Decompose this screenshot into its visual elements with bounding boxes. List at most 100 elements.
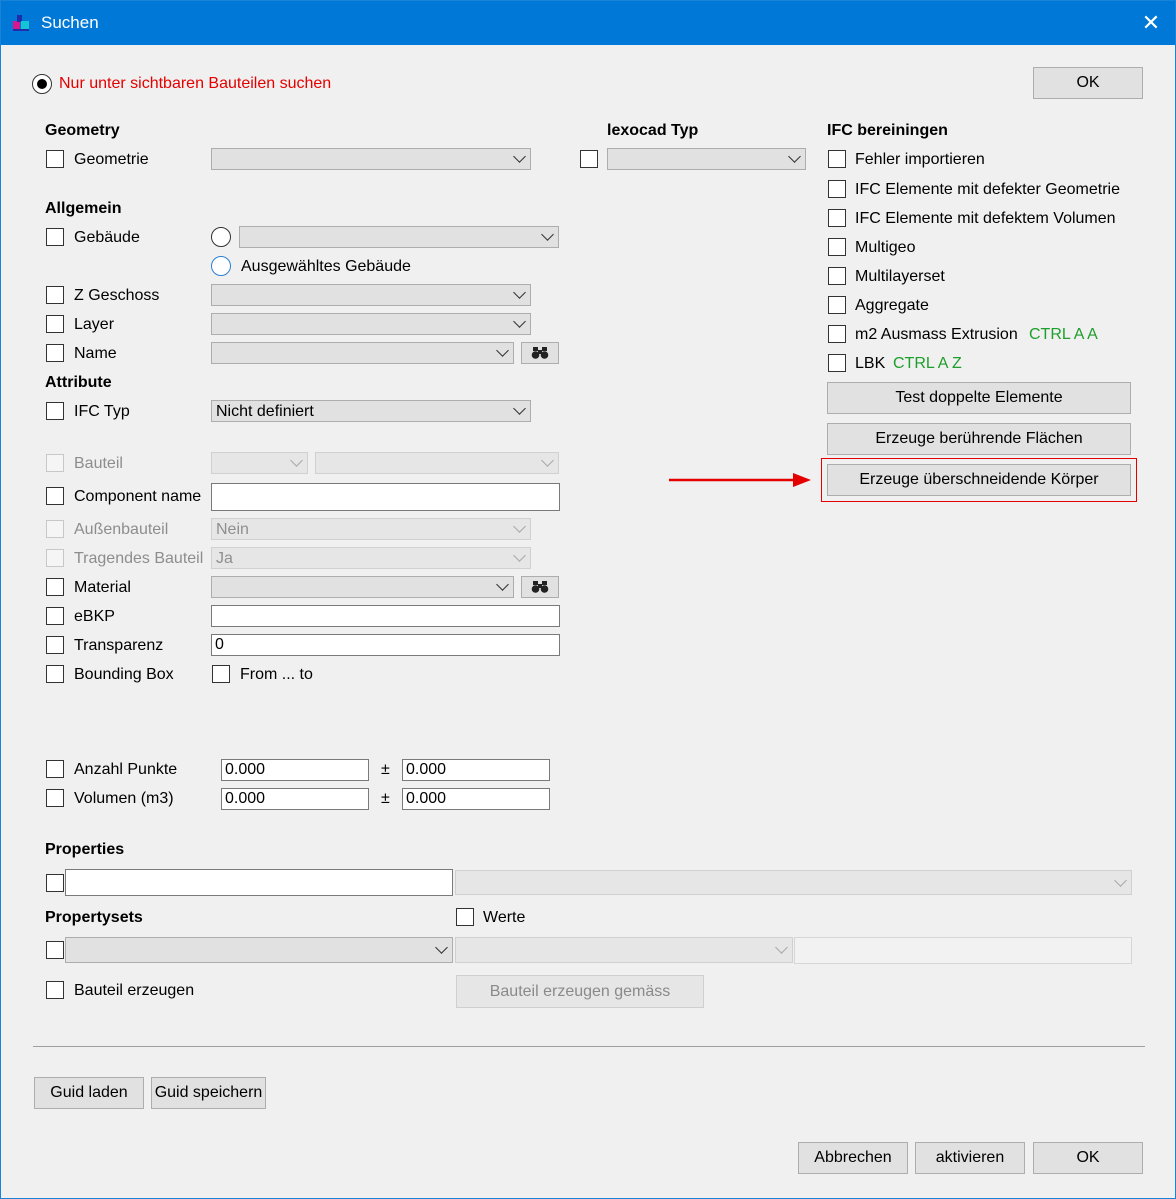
gebaeude-label: Gebäude	[74, 229, 140, 246]
z-geschoss-checkbox[interactable]	[46, 286, 64, 304]
volumen-input[interactable]: 0.000	[221, 788, 369, 810]
ifc-defektes-volumen-label: IFC Elemente mit defektem Volumen	[855, 210, 1116, 227]
bauteil-combo-1	[211, 452, 308, 474]
chevron-down-icon	[496, 578, 509, 591]
ifc-defektes-volumen-checkbox[interactable]	[828, 209, 846, 227]
anzahl-punkte-checkbox[interactable]	[46, 760, 64, 778]
chevron-down-icon	[513, 286, 526, 299]
selected-building-radio[interactable]	[211, 256, 231, 276]
bauteil-erzeugen-checkbox[interactable]	[46, 981, 64, 999]
properties-checkbox[interactable]	[46, 874, 64, 892]
name-checkbox[interactable]	[46, 344, 64, 362]
ifc-typ-combo[interactable]: Nicht definiert	[211, 400, 531, 422]
volumen-tolerance-input[interactable]: 0.000	[402, 788, 550, 810]
erzeuge-beruehrende-flaechen-button[interactable]: Erzeuge berührende Flächen	[827, 423, 1131, 455]
component-name-label: Component name	[74, 488, 202, 505]
chevron-down-icon	[290, 454, 303, 467]
properties-input[interactable]	[65, 869, 453, 896]
chevron-down-icon	[513, 549, 526, 562]
abbrechen-button[interactable]: Abbrechen	[798, 1142, 908, 1174]
geometrie-combo[interactable]	[211, 148, 531, 170]
guid-speichern-button[interactable]: Guid speichern	[151, 1077, 266, 1109]
geometrie-checkbox[interactable]	[46, 150, 64, 168]
material-combo[interactable]	[211, 576, 514, 598]
ifc-typ-checkbox[interactable]	[46, 402, 64, 420]
aktivieren-button[interactable]: aktivieren	[915, 1142, 1025, 1174]
ifc-defekte-geometrie-checkbox[interactable]	[828, 180, 846, 198]
bauteil-erzeugen-label: Bauteil erzeugen	[74, 982, 195, 999]
propertysets-combo[interactable]	[65, 937, 453, 963]
ifc-multilayerset-label: Multilayerset	[855, 268, 945, 285]
bounding-box-label: Bounding Box	[74, 666, 174, 683]
werte-checkbox[interactable]	[456, 908, 474, 926]
name-search-button[interactable]	[521, 342, 559, 364]
chevron-down-icon	[513, 520, 526, 533]
lbk-shortcut-label: CTRL A Z	[893, 355, 962, 372]
volumen-label: Volumen (m3)	[74, 790, 174, 807]
ifc-multilayerset-checkbox[interactable]	[828, 267, 846, 285]
ifc-multigeo-checkbox[interactable]	[828, 238, 846, 256]
guid-laden-button[interactable]: Guid laden	[34, 1077, 144, 1109]
red-arrow-icon	[669, 473, 811, 487]
bounding-box-checkbox[interactable]	[46, 665, 64, 683]
transparenz-input[interactable]: 0	[211, 634, 560, 656]
propertysets-value-input	[794, 937, 1132, 964]
component-name-checkbox[interactable]	[46, 487, 64, 505]
lexocad-checkbox[interactable]	[580, 150, 598, 168]
chevron-down-icon	[513, 315, 526, 328]
ebkp-input[interactable]	[211, 605, 560, 627]
close-icon[interactable]: ✕	[1131, 7, 1171, 39]
geometrie-label: Geometrie	[74, 151, 149, 168]
material-search-button[interactable]	[521, 576, 559, 598]
visible-only-radio[interactable]	[32, 74, 52, 94]
aussenbauteil-value: Nein	[216, 521, 249, 538]
gebaeude-combo[interactable]	[239, 226, 559, 248]
material-label: Material	[74, 579, 131, 596]
ifc-heading: IFC bereiningen	[827, 122, 948, 139]
tragendes-label: Tragendes Bauteil	[74, 550, 204, 567]
propertysets-checkbox[interactable]	[46, 941, 64, 959]
z-geschoss-combo[interactable]	[211, 284, 531, 306]
plus-minus-label: ±	[381, 761, 390, 778]
ok-bottom-button[interactable]: OK	[1033, 1142, 1143, 1174]
properties-heading: Properties	[45, 841, 125, 858]
ifc-fehler-label: Fehler importieren	[855, 151, 985, 168]
material-checkbox[interactable]	[46, 578, 64, 596]
component-name-input[interactable]	[211, 483, 560, 511]
ebkp-checkbox[interactable]	[46, 607, 64, 625]
propertysets-heading: Propertysets	[45, 909, 143, 926]
lexocad-combo[interactable]	[607, 148, 806, 170]
ok-top-button[interactable]: OK	[1033, 67, 1143, 99]
lexocad-heading: lexocad Typ	[607, 122, 699, 139]
chevron-down-icon	[775, 941, 788, 954]
aussenbauteil-combo: Nein	[211, 518, 531, 540]
plus-minus-label: ±	[381, 790, 390, 807]
test-doppelte-elemente-button[interactable]: Test doppelte Elemente	[827, 382, 1131, 414]
ifc-aggregate-checkbox[interactable]	[828, 296, 846, 314]
ifc-multigeo-label: Multigeo	[855, 239, 916, 256]
gebaeude-checkbox[interactable]	[46, 228, 64, 246]
from-to-checkbox[interactable]	[212, 665, 230, 683]
tragendes-value: Ja	[216, 550, 233, 567]
anzahl-punkte-input[interactable]: 0.000	[221, 759, 369, 781]
transparenz-checkbox[interactable]	[46, 636, 64, 654]
m2-shortcut-label: CTRL A A	[1029, 326, 1098, 343]
tragendes-combo: Ja	[211, 547, 531, 569]
layer-checkbox[interactable]	[46, 315, 64, 333]
z-geschoss-label: Z Geschoss	[74, 287, 160, 304]
erzeuge-ueberschneidende-koerper-button[interactable]: Erzeuge überschneidende Körper	[827, 464, 1131, 496]
ifc-fehler-checkbox[interactable]	[828, 150, 846, 168]
ifc-lbk-checkbox[interactable]	[828, 354, 846, 372]
gebaeude-list-radio[interactable]	[211, 227, 231, 247]
chevron-down-icon	[435, 941, 448, 954]
anzahl-punkte-tolerance-input[interactable]: 0.000	[402, 759, 550, 781]
volumen-checkbox[interactable]	[46, 789, 64, 807]
name-combo[interactable]	[211, 342, 514, 364]
aussenbauteil-label: Außenbauteil	[74, 521, 169, 538]
chevron-down-icon	[513, 150, 526, 163]
ifc-m2-extrusion-checkbox[interactable]	[828, 325, 846, 343]
chevron-down-icon	[1114, 874, 1127, 887]
attribute-heading: Attribute	[45, 374, 112, 391]
layer-combo[interactable]	[211, 313, 531, 335]
layer-label: Layer	[74, 316, 115, 333]
